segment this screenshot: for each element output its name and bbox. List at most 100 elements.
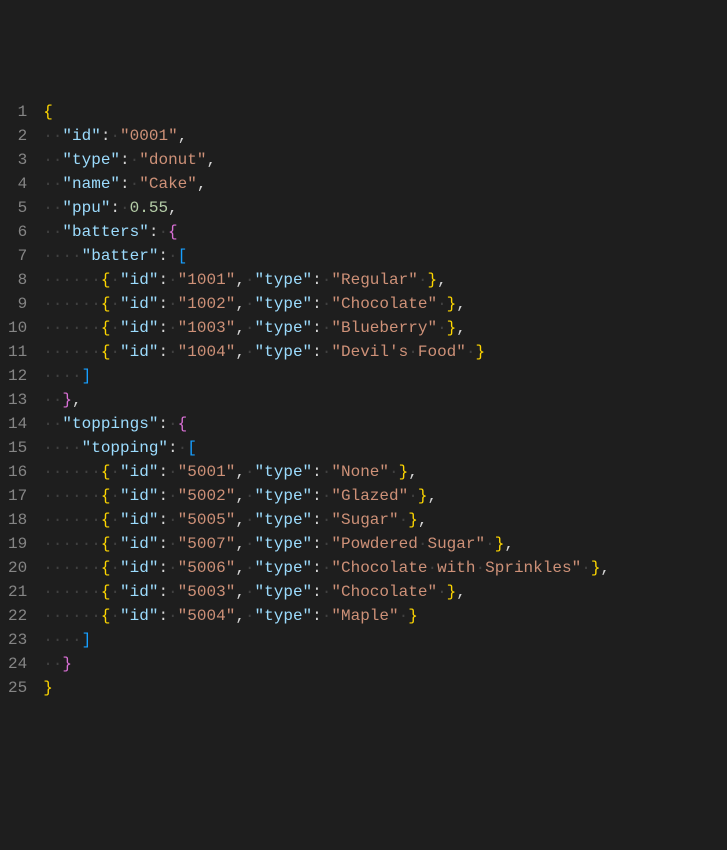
token-brace: }: [408, 607, 418, 625]
token-str: "Powdered·Sugar": [331, 535, 485, 553]
token-key: "type": [255, 511, 313, 529]
token-str: "5005": [178, 511, 236, 529]
token-brace3: [: [178, 247, 188, 265]
token-str: "donut": [139, 151, 206, 169]
token-ws: ·: [485, 535, 495, 553]
line-number: 8: [8, 268, 27, 292]
line-number: 5: [8, 196, 27, 220]
indent-whitespace: ······: [43, 583, 101, 601]
code-line[interactable]: ······{·"id":·"5003",·"type":·"Chocolate…: [43, 580, 727, 604]
token-key: "id": [120, 271, 158, 289]
code-line[interactable]: ··"id":·"0001",: [43, 124, 727, 148]
token-key: "topping": [82, 439, 168, 457]
code-line[interactable]: ······{·"id":·"1004",·"type":·"Devil's·F…: [43, 340, 727, 364]
line-number: 7: [8, 244, 27, 268]
token-str: "1004": [178, 343, 236, 361]
code-line[interactable]: ··},: [43, 388, 727, 412]
code-line[interactable]: ··}: [43, 652, 727, 676]
token-ws: ·: [399, 607, 409, 625]
token-ws: ·: [110, 319, 120, 337]
indent-whitespace: ··: [43, 223, 62, 241]
token-punc: ,: [408, 463, 418, 481]
token-ws: ·: [466, 343, 476, 361]
line-number: 19: [8, 532, 27, 556]
token-ws: ·: [110, 559, 120, 577]
code-line[interactable]: ······{·"id":·"5006",·"type":·"Chocolate…: [43, 556, 727, 580]
indent-whitespace: ······: [43, 319, 101, 337]
code-line[interactable]: }: [43, 676, 727, 700]
token-punc: :·: [312, 487, 331, 505]
token-punc: ,·: [235, 343, 254, 361]
token-str: "5007": [178, 535, 236, 553]
code-line[interactable]: {: [43, 100, 727, 124]
code-line[interactable]: ··"toppings":·{: [43, 412, 727, 436]
token-key: "id": [120, 535, 158, 553]
indent-whitespace: ··: [43, 199, 62, 217]
token-key: "id": [120, 511, 158, 529]
indent-whitespace: ····: [43, 439, 81, 457]
token-ws: ·: [110, 487, 120, 505]
code-line[interactable]: ····]: [43, 628, 727, 652]
token-brace: }: [495, 535, 505, 553]
code-editor[interactable]: 1234567891011121314151617181920212223242…: [0, 96, 727, 730]
token-punc: :·: [158, 487, 177, 505]
token-key: "id": [120, 487, 158, 505]
token-key: "id": [120, 463, 158, 481]
token-ws: ·: [437, 583, 447, 601]
token-punc: :·: [312, 607, 331, 625]
token-punc: :·: [158, 271, 177, 289]
line-number: 13: [8, 388, 27, 412]
token-punc: :·: [312, 271, 331, 289]
code-line[interactable]: ······{·"id":·"1003",·"type":·"Blueberry…: [43, 316, 727, 340]
code-line[interactable]: ······{·"id":·"5002",·"type":·"Glazed"·}…: [43, 484, 727, 508]
code-line[interactable]: ····]: [43, 364, 727, 388]
token-brace: {: [101, 271, 111, 289]
token-punc: ,·: [235, 463, 254, 481]
token-brace: {: [101, 535, 111, 553]
code-line[interactable]: ··"type":·"donut",: [43, 148, 727, 172]
token-ws: ·: [437, 319, 447, 337]
code-line[interactable]: ··"ppu":·0.55,: [43, 196, 727, 220]
token-key: "id": [120, 607, 158, 625]
token-ws: ·: [110, 295, 120, 313]
indent-whitespace: ······: [43, 511, 101, 529]
token-punc: :·: [312, 559, 331, 577]
token-brace: }: [447, 295, 457, 313]
line-number: 11: [8, 340, 27, 364]
code-area[interactable]: {··"id":·"0001",··"type":·"donut",··"nam…: [39, 96, 727, 730]
code-line[interactable]: ······{·"id":·"5007",·"type":·"Powdered·…: [43, 532, 727, 556]
code-line[interactable]: ··"batters":·{: [43, 220, 727, 244]
token-punc: ,·: [235, 559, 254, 577]
token-punc: :·: [312, 295, 331, 313]
token-str: "Cake": [139, 175, 197, 193]
code-line[interactable]: ······{·"id":·"1002",·"type":·"Chocolate…: [43, 292, 727, 316]
token-punc: ,: [427, 487, 437, 505]
token-punc: ,: [178, 127, 188, 145]
code-line[interactable]: ······{·"id":·"5005",·"type":·"Sugar"·},: [43, 508, 727, 532]
token-punc: :·: [120, 175, 139, 193]
line-number: 9: [8, 292, 27, 316]
indent-whitespace: ······: [43, 487, 101, 505]
indent-whitespace: ······: [43, 463, 101, 481]
code-line[interactable]: ····"batter":·[: [43, 244, 727, 268]
token-str: "1003": [178, 319, 236, 337]
code-line[interactable]: ··"name":·"Cake",: [43, 172, 727, 196]
token-punc: :·: [120, 151, 139, 169]
token-punc: :·: [158, 343, 177, 361]
token-ws: ·: [110, 583, 120, 601]
code-line[interactable]: ······{·"id":·"1001",·"type":·"Regular"·…: [43, 268, 727, 292]
code-line[interactable]: ······{·"id":·"5004",·"type":·"Maple"·}: [43, 604, 727, 628]
token-punc: ,: [418, 511, 428, 529]
token-key: "ppu": [62, 199, 110, 217]
token-brace: }: [427, 271, 437, 289]
token-key: "type": [255, 559, 313, 577]
token-brace: }: [591, 559, 601, 577]
line-number: 4: [8, 172, 27, 196]
token-punc: :·: [110, 199, 129, 217]
token-punc: :·: [158, 559, 177, 577]
code-line[interactable]: ······{·"id":·"5001",·"type":·"None"·},: [43, 460, 727, 484]
token-str: "Sugar": [331, 511, 398, 529]
token-brace: {: [101, 583, 111, 601]
line-number: 22: [8, 604, 27, 628]
code-line[interactable]: ····"topping":·[: [43, 436, 727, 460]
